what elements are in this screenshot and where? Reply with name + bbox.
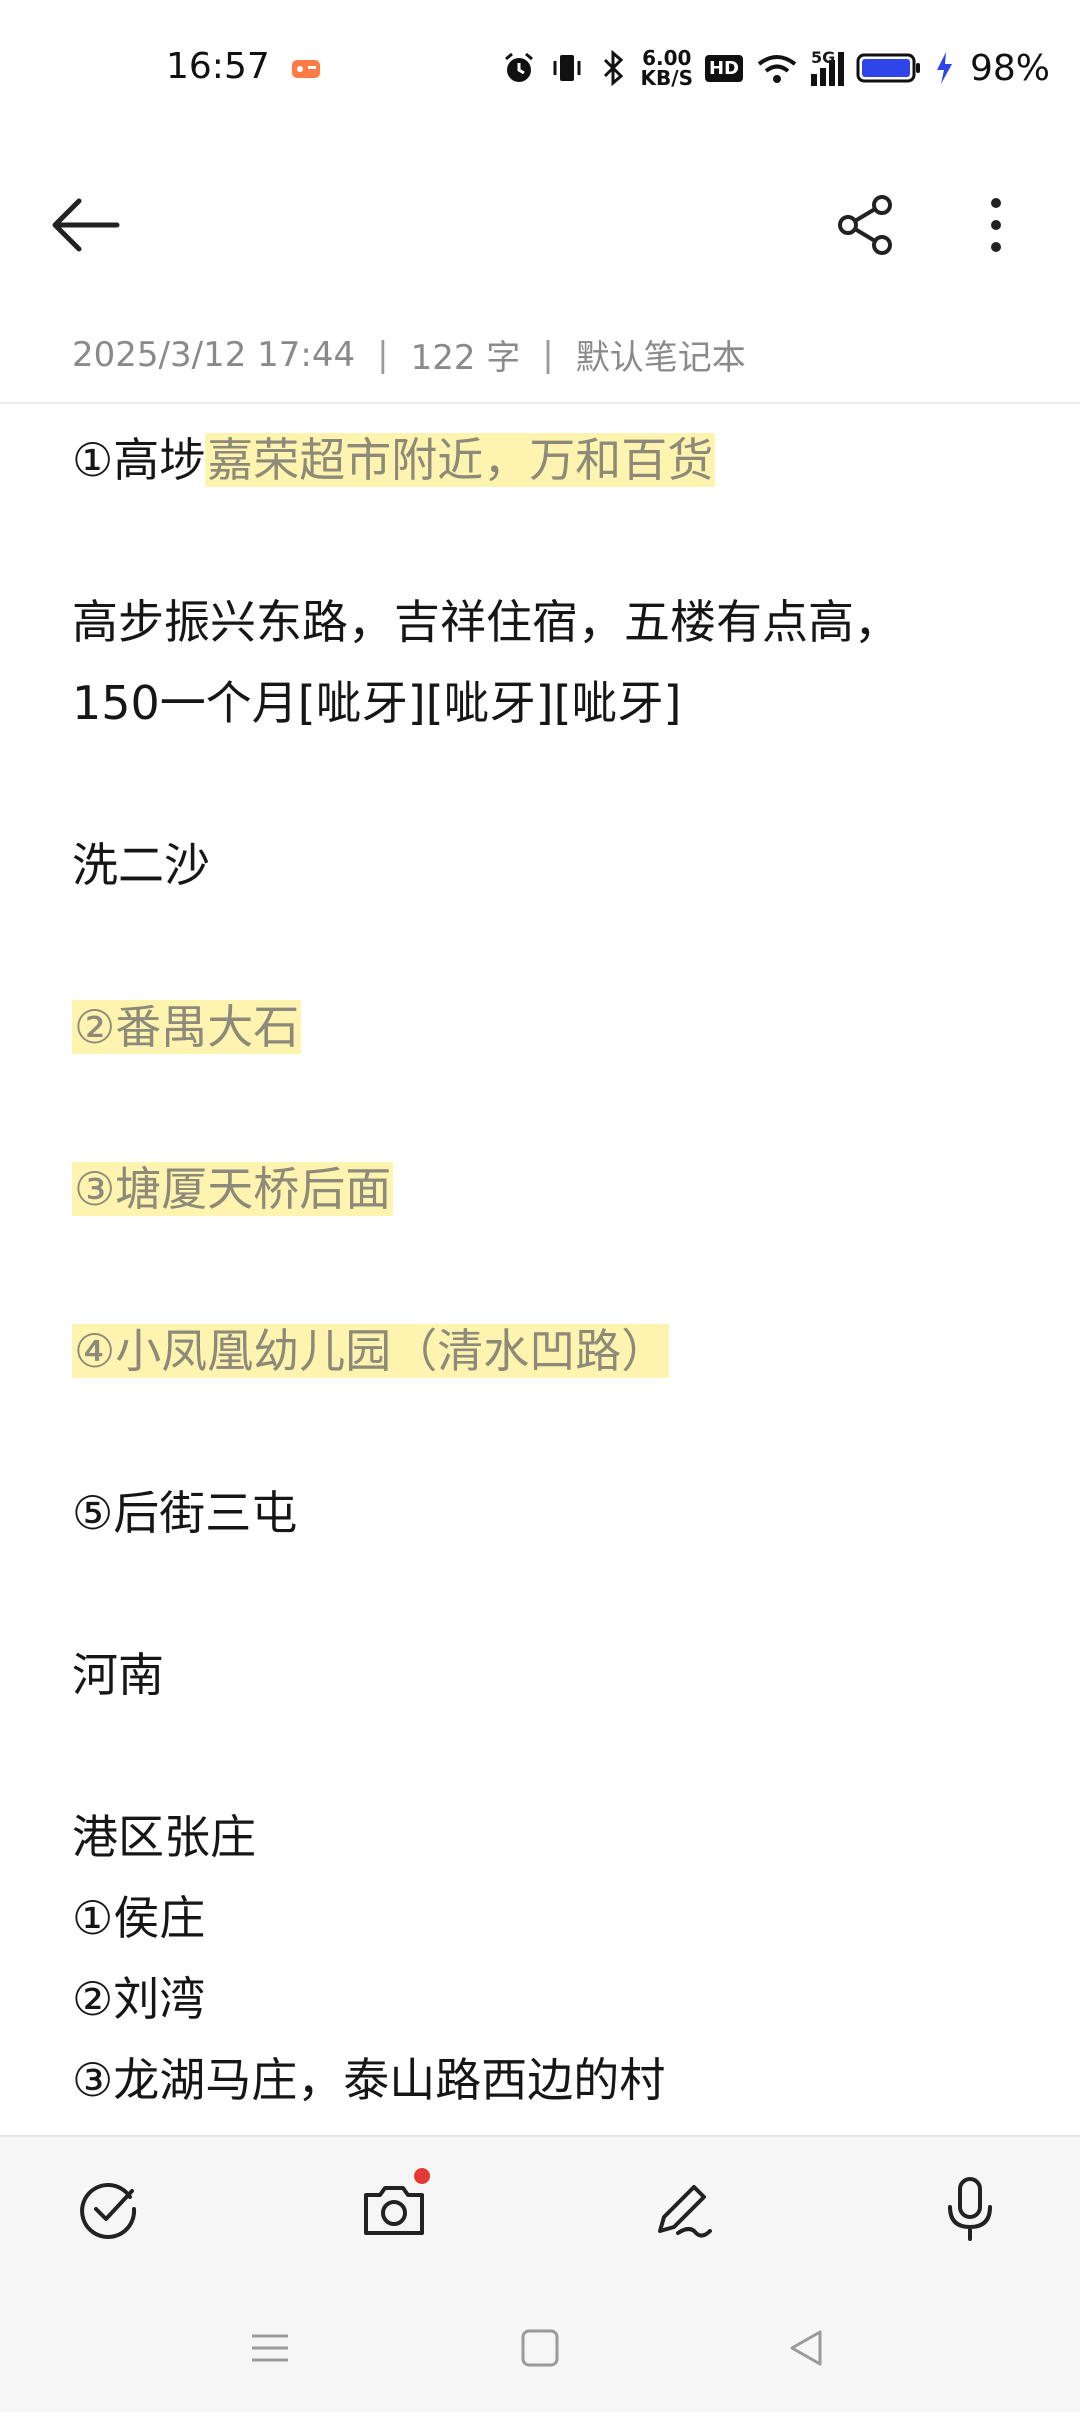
header-divider [0, 402, 1080, 404]
note-line: ①高埗嘉荣超市附近，万和百货 [72, 420, 1032, 501]
signal-icon: 5G [810, 48, 844, 86]
status-time: 16:57 [166, 46, 270, 87]
share-button[interactable] [826, 185, 906, 265]
note-line: 150一个月[呲牙][呲牙][呲牙] [72, 676, 682, 730]
wifi-icon [757, 55, 797, 83]
note-text: ①高埗 [72, 433, 206, 487]
bluetooth-icon [603, 50, 623, 86]
note-line: 河南 [72, 1648, 164, 1702]
camera-notification-dot [414, 2168, 430, 2184]
battery-icon [856, 53, 920, 83]
highlighted-text: 嘉荣超市附近，万和百货 [205, 433, 716, 487]
word-count: 122 字 [410, 338, 521, 378]
bottom-action-bar [0, 2135, 1080, 2280]
vibrate-icon [553, 55, 581, 81]
highlighted-text: ④小凤凰幼儿园（清水凹路） [72, 1324, 670, 1378]
meta-separator: | [542, 334, 554, 375]
handwriting-pen-icon [658, 2185, 712, 2238]
menu-icon [252, 2334, 288, 2362]
note-line: ⑤后街三屯 [72, 1486, 298, 1540]
app-notification-icon [292, 60, 320, 78]
notebook-name[interactable]: 默认笔记本 [576, 330, 746, 379]
back-arrow-icon [52, 198, 120, 252]
microphone-icon [948, 2177, 992, 2241]
speed-value: 6.00 [642, 46, 692, 70]
status-bar: 16:57 6.00 KB/S HD 5G 98% [0, 0, 1080, 140]
battery-percent: 98% [969, 47, 1050, 89]
note-meta: 2025/3/12 17:44 | 122 字 | 默认笔记本 [72, 330, 746, 379]
voice-input-button[interactable] [928, 2167, 1012, 2251]
note-datetime: 2025/3/12 17:44 [72, 334, 356, 375]
camera-icon [364, 2186, 424, 2235]
note-line: ④小凤凰幼儿园（清水凹路） [72, 1311, 1032, 1392]
nav-back-button[interactable] [776, 2318, 836, 2378]
share-icon [838, 195, 892, 255]
handwriting-button[interactable] [642, 2167, 726, 2251]
status-icons: 6.00 KB/S HD 5G 98% [501, 40, 1050, 96]
charging-icon [936, 52, 952, 84]
home-button[interactable] [510, 2318, 570, 2378]
more-options-button[interactable] [958, 185, 1034, 265]
checklist-icon [80, 2182, 137, 2239]
back-icon [790, 2330, 822, 2366]
note-line: 港区张庄 [72, 1810, 256, 1864]
note-body[interactable]: ①高埗嘉荣超市附近，万和百货 高步振兴东路，吉祥住宿，五楼有点高， 150一个月… [72, 420, 1032, 2121]
checklist-button[interactable] [66, 2167, 150, 2251]
meta-separator: | [377, 334, 389, 375]
note-line: ②刘湾 [72, 1972, 206, 2026]
note-line: 高步振兴东路，吉祥住宿，五楼有点高， [72, 595, 900, 649]
home-icon [521, 2329, 559, 2367]
note-line: 洗二沙 [72, 838, 210, 892]
more-vertical-icon [991, 198, 1001, 252]
note-line: ③龙湖马庄，泰山路西边的村 [72, 2053, 666, 2107]
recent-apps-button[interactable] [240, 2318, 300, 2378]
note-line: ①侯庄 [72, 1891, 206, 1945]
top-toolbar [0, 175, 1080, 275]
back-button[interactable] [40, 187, 130, 263]
network-speed: 6.00 KB/S [641, 48, 693, 88]
note-line: ②番禺大石 [72, 987, 1032, 1068]
highlighted-text: ②番禺大石 [72, 1000, 302, 1054]
system-nav-bar [0, 2278, 1080, 2412]
alarm-icon [504, 52, 533, 82]
hd-badge: HD [704, 54, 743, 82]
highlighted-text: ③塘厦天桥后面 [72, 1162, 394, 1216]
network-type: 5G [810, 48, 836, 67]
note-line: ③塘厦天桥后面 [72, 1149, 1032, 1230]
speed-unit: KB/S [640, 66, 693, 90]
